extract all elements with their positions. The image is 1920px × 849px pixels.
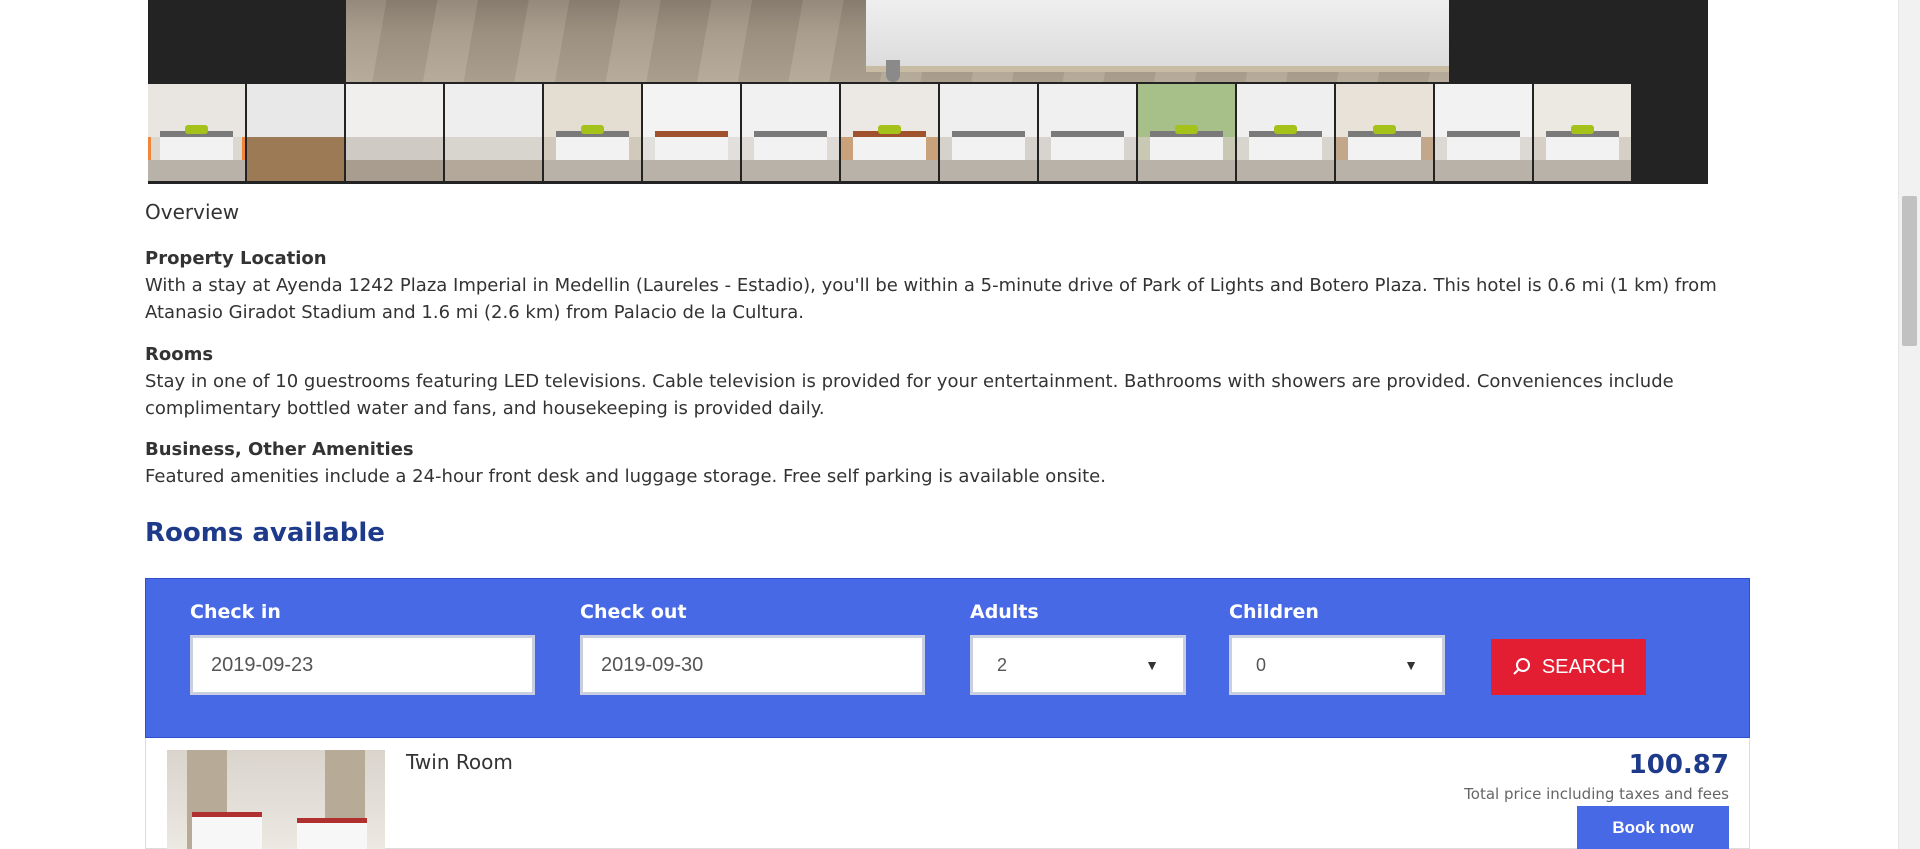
thumbnail-1[interactable] [148,84,245,181]
children-label: Children [1229,601,1319,623]
room-search-panel: Check in 2019-09-23 Check out 2019-09-30… [145,578,1750,738]
rooms-section: Rooms Stay in one of 10 guestrooms featu… [145,342,1755,422]
thumbnail-14[interactable] [1435,84,1532,181]
thumbnail-4[interactable] [445,84,542,181]
checkout-input[interactable]: 2019-09-30 [580,635,925,695]
adults-label: Adults [970,601,1039,623]
room-card: Twin Room 100.87 Total price including t… [145,738,1750,849]
thumbnail-7[interactable] [742,84,839,181]
search-icon [1513,658,1530,675]
checkin-label: Check in [190,601,281,623]
thumbnail-strip [148,84,1631,182]
room-name: Twin Room [406,750,513,774]
main-photo-bed [866,0,1449,72]
room-photo-bed-2 [297,818,367,849]
thumbnail-6[interactable] [643,84,740,181]
overview-title: Overview [145,200,240,224]
adults-value: 2 [997,654,1008,675]
business-amenities-text: Featured amenities include a 24-hour fro… [145,466,1106,487]
property-location-section: Property Location With a stay at Ayenda … [145,246,1755,326]
price-note: Total price including taxes and fees [1464,785,1729,803]
main-photo-bed-leg [886,60,900,82]
thumbnail-12[interactable] [1237,84,1334,181]
photo-gallery [148,0,1708,184]
checkin-input[interactable]: 2019-09-23 [190,635,535,695]
thumbnail-2[interactable] [247,84,344,181]
chevron-down-icon: ▼ [1404,657,1418,673]
rooms-available-title: Rooms available [145,518,385,548]
chevron-down-icon: ▼ [1145,657,1159,673]
search-button[interactable]: SEARCH [1491,639,1646,695]
room-price: 100.87 [1628,750,1729,780]
rooms-text: Stay in one of 10 guestrooms featuring L… [145,371,1674,419]
children-value: 0 [1256,654,1267,675]
thumbnail-8[interactable] [841,84,938,181]
thumbnail-15[interactable] [1534,84,1631,181]
thumbnail-13[interactable] [1336,84,1433,181]
book-now-button[interactable]: Book now [1577,806,1729,849]
checkout-label: Check out [580,601,687,623]
room-photo-bed-1 [192,812,262,849]
thumbnail-9[interactable] [940,84,1037,181]
thumbnail-3[interactable] [346,84,443,181]
rooms-heading: Rooms [145,344,214,365]
page-scrollbar[interactable] [1898,0,1920,849]
search-button-label: SEARCH [1541,655,1626,678]
business-amenities-section: Business, Other Amenities Featured ameni… [145,437,1755,490]
thumbnail-10[interactable] [1039,84,1136,181]
adults-select[interactable]: 2 ▼ [970,635,1186,695]
business-amenities-heading: Business, Other Amenities [145,439,414,460]
thumbnail-5[interactable] [544,84,641,181]
property-location-text: With a stay at Ayenda 1242 Plaza Imperia… [145,275,1717,323]
scrollbar-thumb[interactable] [1902,196,1917,346]
property-location-heading: Property Location [145,248,327,269]
room-photo[interactable] [167,750,385,849]
main-photo[interactable] [346,0,1449,82]
thumbnail-11[interactable] [1138,84,1235,181]
children-select[interactable]: 0 ▼ [1229,635,1445,695]
